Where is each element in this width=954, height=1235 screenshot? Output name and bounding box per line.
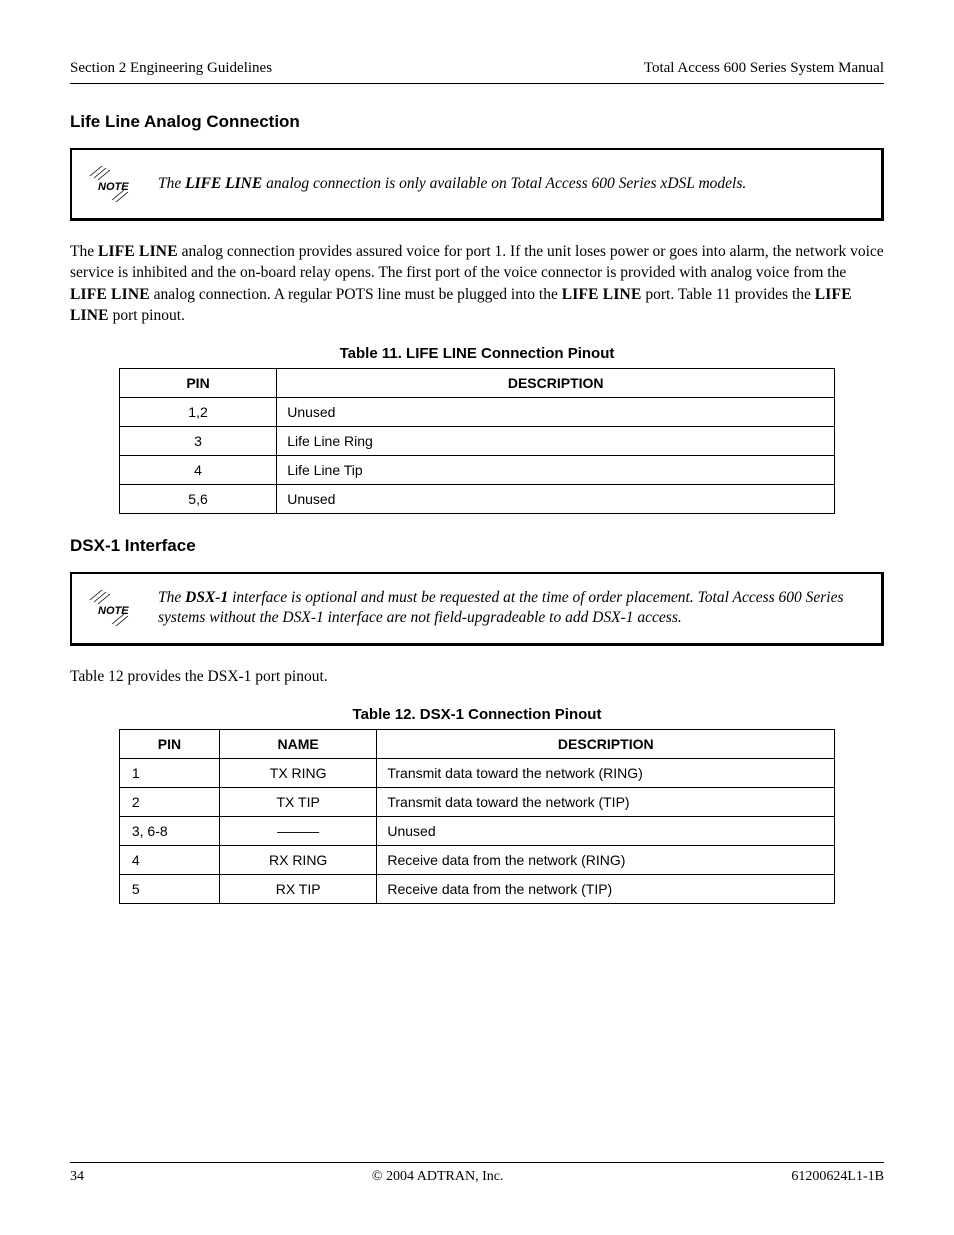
table-row: 1TX RINGTransmit data toward the network… — [119, 758, 834, 787]
note-post: interface is optional and must be reques… — [158, 589, 844, 627]
cell-pin: 4 — [119, 845, 219, 874]
cell-pin: 1,2 — [119, 397, 276, 426]
p1b: analog connection provides assured voice… — [70, 243, 884, 281]
table-row: 3Life Line Ring — [119, 426, 834, 455]
note-pre: The — [158, 589, 185, 606]
cell-name: TX RING — [219, 758, 376, 787]
cell-desc: Life Line Ring — [277, 426, 835, 455]
note-box-dsx1: NOTE The DSX-1 interface is optional and… — [70, 572, 884, 647]
th-name: NAME — [219, 729, 376, 758]
footer-copyright: © 2004 ADTRAN, Inc. — [372, 1169, 504, 1185]
cell-pin: 5 — [119, 874, 219, 903]
cell-pin: 4 — [119, 455, 276, 484]
cell-pin: 3 — [119, 426, 276, 455]
cell-desc: Unused — [377, 816, 835, 845]
table11-caption: Table 11. LIFE LINE Connection Pinout — [70, 345, 884, 362]
cell-name: TX TIP — [219, 787, 376, 816]
note-bold: LIFE LINE — [185, 175, 262, 192]
p1c: analog connection. A regular POTS line m… — [150, 286, 562, 303]
p1d: port. Table 11 provides the — [642, 286, 815, 303]
th-desc: DESCRIPTION — [377, 729, 835, 758]
svg-text:NOTE: NOTE — [98, 605, 129, 617]
header-right: Total Access 600 Series System Manual — [644, 60, 884, 77]
footer-doc-id: 61200624L1-1B — [791, 1169, 884, 1185]
th-pin: PIN — [119, 729, 219, 758]
note-icon: NOTE — [86, 588, 134, 628]
note-box-life-line: NOTE The LIFE LINE analog connection is … — [70, 148, 884, 221]
table-row: 4RX RINGReceive data from the network (R… — [119, 845, 834, 874]
note-post: analog connection is only available on T… — [262, 175, 746, 192]
th-pin: PIN — [119, 368, 276, 397]
table-row: 5RX TIPReceive data from the network (TI… — [119, 874, 834, 903]
p1-sc1: LIFE LINE — [98, 243, 178, 260]
table-row: 4Life Line Tip — [119, 455, 834, 484]
heading-dsx1: DSX-1 Interface — [70, 536, 884, 556]
cell-name: ——— — [219, 816, 376, 845]
cell-desc: Unused — [277, 484, 835, 513]
svg-text:NOTE: NOTE — [98, 181, 129, 193]
footer-page-number: 34 — [70, 1169, 84, 1185]
cell-pin: 5,6 — [119, 484, 276, 513]
note-text-life-line: The LIFE LINE analog connection is only … — [158, 174, 746, 195]
th-desc: DESCRIPTION — [277, 368, 835, 397]
page-footer: 34 © 2004 ADTRAN, Inc. 61200624L1-1B — [70, 1162, 884, 1185]
note-bold: DSX-1 — [185, 589, 228, 606]
p1-sc2: LIFE LINE — [70, 286, 150, 303]
cell-pin: 3, 6-8 — [119, 816, 219, 845]
paragraph-dsx1: Table 12 provides the DSX-1 port pinout. — [70, 666, 884, 687]
cell-name: RX RING — [219, 845, 376, 874]
cell-desc: Receive data from the network (RING) — [377, 845, 835, 874]
table-row: 2TX TIPTransmit data toward the network … — [119, 787, 834, 816]
note-icon: NOTE — [86, 164, 134, 204]
cell-desc: Life Line Tip — [277, 455, 835, 484]
table-row: PIN DESCRIPTION — [119, 368, 834, 397]
heading-life-line: Life Line Analog Connection — [70, 112, 884, 132]
cell-desc: Transmit data toward the network (RING) — [377, 758, 835, 787]
table12-caption: Table 12. DSX-1 Connection Pinout — [70, 706, 884, 723]
table-row: PIN NAME DESCRIPTION — [119, 729, 834, 758]
cell-desc: Receive data from the network (TIP) — [377, 874, 835, 903]
table-row: 3, 6-8———Unused — [119, 816, 834, 845]
table-row: 5,6Unused — [119, 484, 834, 513]
table-row: 1,2Unused — [119, 397, 834, 426]
cell-desc: Unused — [277, 397, 835, 426]
cell-desc: Transmit data toward the network (TIP) — [377, 787, 835, 816]
page-header: Section 2 Engineering Guidelines Total A… — [70, 60, 884, 84]
paragraph-life-line: The LIFE LINE analog connection provides… — [70, 241, 884, 327]
table-life-line-pinout: PIN DESCRIPTION 1,2Unused 3Life Line Rin… — [119, 368, 835, 514]
p1e: port pinout. — [109, 307, 185, 324]
p1-sc3: LIFE LINE — [562, 286, 642, 303]
header-left: Section 2 Engineering Guidelines — [70, 60, 272, 77]
p1a: The — [70, 243, 98, 260]
cell-name: RX TIP — [219, 874, 376, 903]
note-text-dsx1: The DSX-1 interface is optional and must… — [158, 588, 861, 630]
table-dsx1-pinout: PIN NAME DESCRIPTION 1TX RINGTransmit da… — [119, 729, 835, 904]
note-pre: The — [158, 175, 185, 192]
cell-pin: 2 — [119, 787, 219, 816]
cell-pin: 1 — [119, 758, 219, 787]
